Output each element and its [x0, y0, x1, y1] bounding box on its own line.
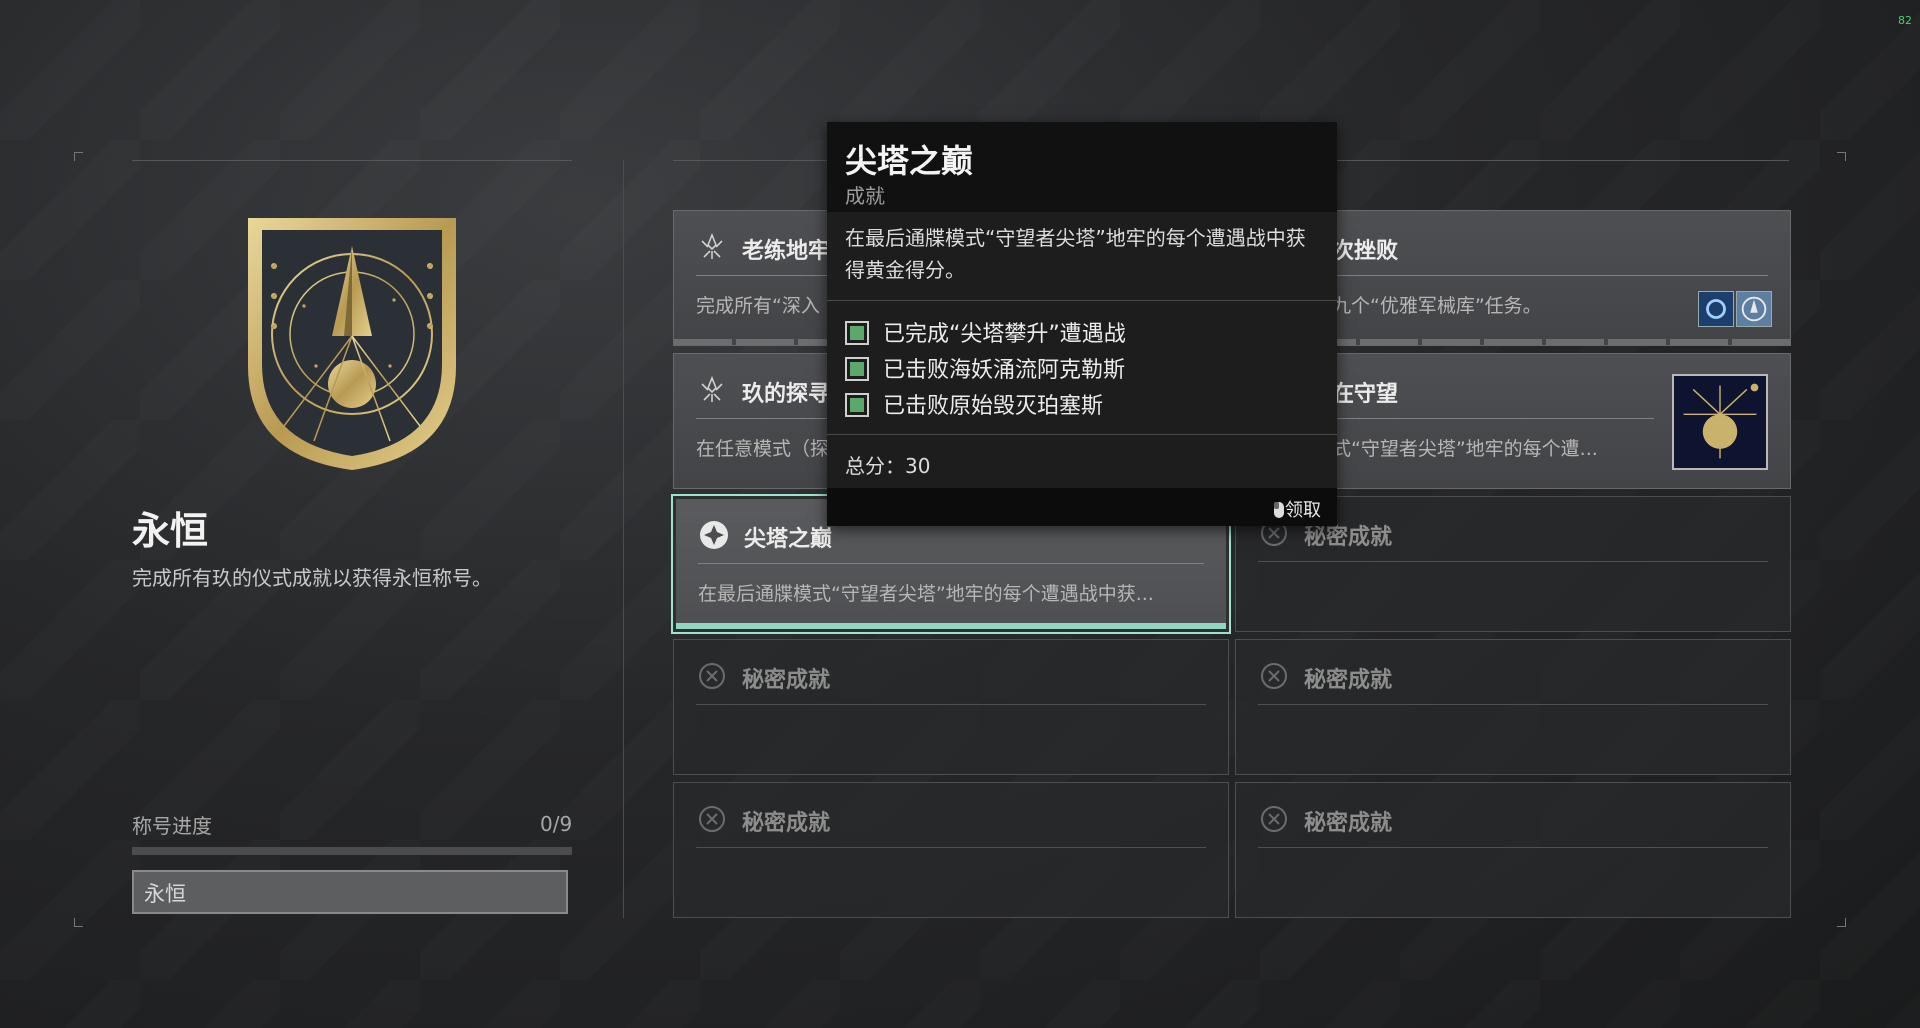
- objective-item: 已击败海妖涌流阿克勒斯: [845, 352, 1125, 384]
- achievement-title: 在守望: [1332, 382, 1399, 407]
- card-rule: [1258, 704, 1768, 705]
- ghost-icon: [701, 232, 723, 259]
- locked-icon: [1261, 663, 1287, 689]
- card-rule: [698, 563, 1204, 564]
- achievement-description: 九个“优雅军械库”任务。: [1332, 295, 1542, 317]
- tooltip-type: 成就: [845, 184, 885, 208]
- tooltip-title: 尖塔之巅: [845, 142, 974, 180]
- tooltip-body: 在最后通牒模式“守望者尖塔”地牢的每个遭遇战中获得黄金得分。 已完成“尖塔攀升”…: [827, 212, 1337, 526]
- locked-icon: [1261, 806, 1287, 832]
- title-name-field[interactable]: 永恒: [132, 870, 568, 914]
- frame-corner: [1837, 918, 1846, 927]
- tooltip-footer: 领取: [827, 488, 1337, 526]
- achievement-title: 秘密成就: [742, 811, 831, 836]
- achievement-title: 秘密成就: [1304, 811, 1393, 836]
- achievement-description: 在最后通牒模式“守望者尖塔”地牢的每个遭遇战中获...: [698, 583, 1154, 605]
- objective-checkbox: [845, 393, 869, 417]
- achievement-title: 秘密成就: [742, 668, 831, 693]
- claim-button[interactable]: 领取: [1273, 496, 1321, 522]
- tooltip-rule: [827, 434, 1337, 435]
- objective-checkbox: [845, 357, 869, 381]
- achievement-description: 式“守望者尖塔”地牢的每个遭...: [1332, 438, 1598, 460]
- progress-bar: [132, 847, 572, 855]
- tooltip-score: 总分：30: [845, 454, 931, 478]
- card-rule: [696, 847, 1206, 848]
- card-rule: [1258, 847, 1768, 848]
- progress-label: 称号进度: [132, 814, 212, 838]
- reward-emblem-thumbnail: [1672, 374, 1768, 470]
- frame-corner: [74, 918, 83, 927]
- seal-emblem-icon: [248, 218, 456, 470]
- secret-achievement-card[interactable]: 秘密成就: [1235, 639, 1791, 775]
- seal-title: 永恒: [132, 509, 209, 553]
- objective-item: 已完成“尖塔攀升”遭遇战: [845, 316, 1126, 348]
- secret-achievement-card[interactable]: 秘密成就: [1235, 782, 1791, 918]
- secret-achievement-card[interactable]: 秘密成就: [673, 639, 1229, 775]
- reward-thumbnail: [1736, 291, 1772, 327]
- selection-glow: [676, 623, 1226, 629]
- fps-counter: 82: [1898, 14, 1912, 27]
- tooltip-rule: [827, 300, 1337, 301]
- secret-achievement-card[interactable]: 秘密成就: [673, 782, 1229, 918]
- locked-icon: [699, 806, 725, 832]
- card-rule: [696, 704, 1206, 705]
- progress-count: 0/9: [540, 812, 573, 836]
- tooltip-header: 尖塔之巅 成就: [827, 122, 1337, 212]
- objective-item: 已击败原始毁灭珀塞斯: [845, 388, 1103, 420]
- objective-checkbox: [845, 321, 869, 345]
- reward-thumbnail: [1698, 291, 1734, 327]
- achievement-title: 尖塔之巅: [744, 527, 833, 552]
- frame-corner: [74, 152, 83, 161]
- panel-divider: [623, 160, 624, 918]
- achievement-title: 秘密成就: [1304, 668, 1393, 693]
- claim-label: 领取: [1285, 500, 1321, 521]
- diamond-icon: [700, 521, 728, 549]
- card-rule: [1258, 561, 1768, 562]
- ghost-icon: [701, 375, 723, 402]
- achievement-title: 次挫败: [1332, 239, 1399, 264]
- achievement-tooltip: 尖塔之巅 成就 在最后通牒模式“守望者尖塔”地牢的每个遭遇战中获得黄金得分。 已…: [827, 122, 1337, 526]
- frame-corner: [1837, 152, 1846, 161]
- achievement-title: 老练地牢: [742, 239, 831, 264]
- mouse-icon: [1274, 502, 1284, 518]
- seal-description: 完成所有玖的仪式成就以获得永恒称号。: [132, 566, 492, 590]
- achievement-title: 玖的探寻: [742, 382, 831, 407]
- left-panel-rule: [132, 160, 572, 161]
- locked-icon: [699, 663, 725, 689]
- tooltip-description: 在最后通牒模式“守望者尖塔”地牢的每个遭遇战中获得黄金得分。: [845, 226, 1306, 282]
